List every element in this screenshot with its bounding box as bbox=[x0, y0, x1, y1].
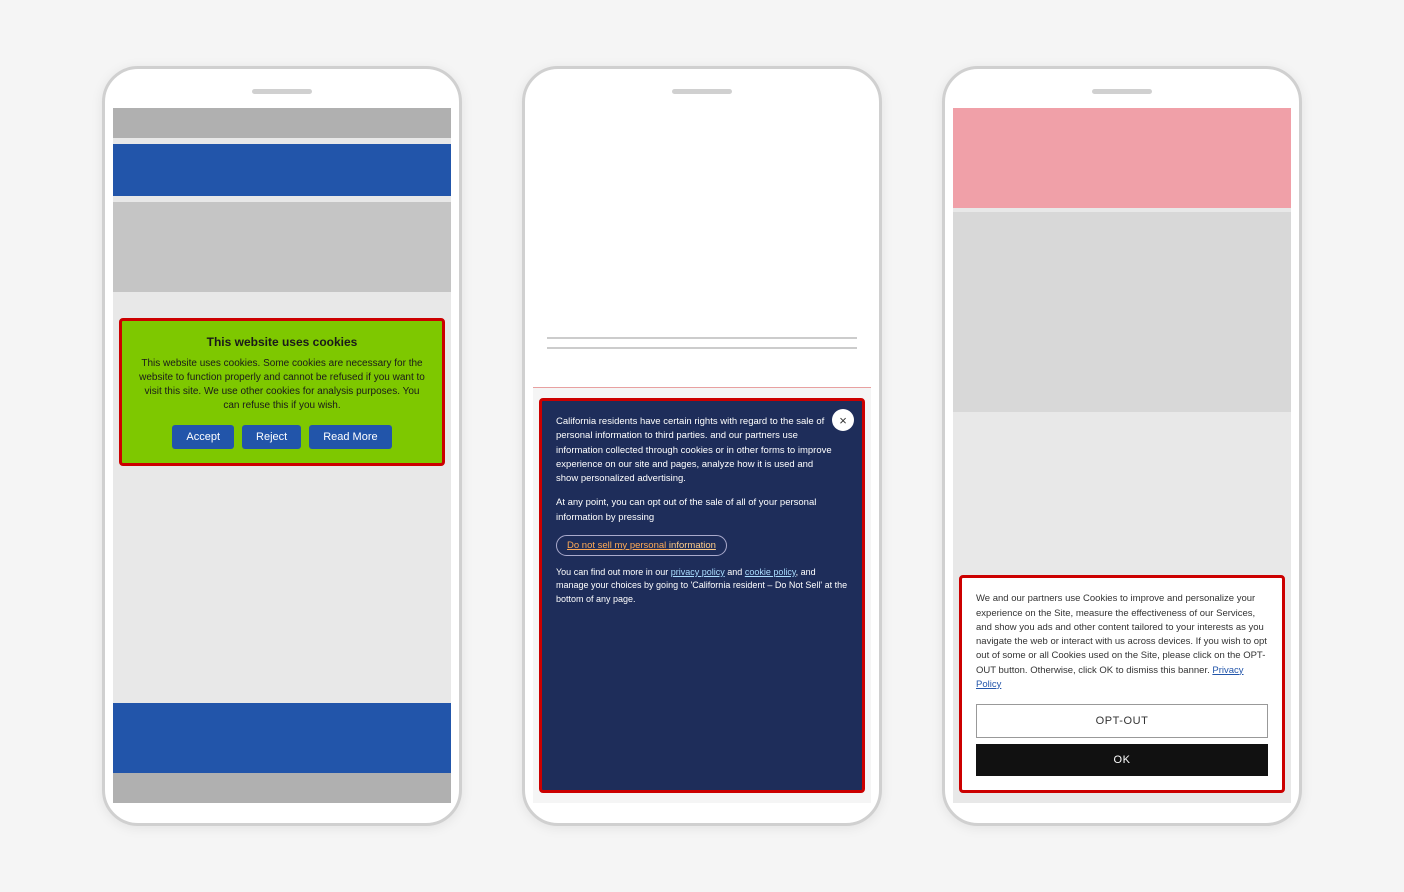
accept-button[interactable]: Accept bbox=[172, 425, 234, 449]
cb3-main-text: We and our partners use Cookies to impro… bbox=[976, 593, 1267, 675]
phone1-gray-bottom bbox=[113, 773, 451, 803]
do-not-sell-text-prefix: Do not sell my personal bbox=[567, 540, 669, 551]
phone-2-content: × California residents have certain righ… bbox=[533, 108, 871, 803]
phone1-content-area: This website uses cookies This website u… bbox=[113, 298, 451, 703]
cookie-banner-white: We and our partners use Cookies to impro… bbox=[959, 575, 1285, 793]
cookie-banner-1-text: This website uses cookies. Some cookies … bbox=[136, 357, 428, 413]
cookie-banner-navy: × California residents have certain righ… bbox=[539, 398, 865, 793]
phone-1: This website uses cookies This website u… bbox=[102, 66, 462, 826]
cookie-banner-2-para1: California residents have certain rights… bbox=[556, 415, 848, 486]
phone2-line-1 bbox=[547, 337, 857, 339]
cookie-banner-3-text: We and our partners use Cookies to impro… bbox=[976, 592, 1268, 692]
cookie-banner-2-para2: At any point, you can opt out of the sal… bbox=[556, 496, 848, 525]
cb2-para3-and: and bbox=[725, 567, 745, 577]
phone1-blue-bar-bottom bbox=[113, 703, 451, 773]
phone1-blue-bar-top bbox=[113, 144, 451, 196]
phone-2: × California residents have certain righ… bbox=[522, 66, 882, 826]
phone1-gray-block bbox=[113, 202, 451, 292]
cookie-banner-green: This website uses cookies This website u… bbox=[119, 318, 445, 466]
phone2-line-2 bbox=[547, 347, 857, 349]
phone1-gray-bar-top bbox=[113, 108, 451, 138]
phone-3: We and our partners use Cookies to impro… bbox=[942, 66, 1302, 826]
phone-3-screen: We and our partners use Cookies to impro… bbox=[953, 108, 1291, 803]
cookie-policy-link[interactable]: cookie policy bbox=[745, 567, 796, 577]
cb2-para3-text: You can find out more in our bbox=[556, 567, 671, 577]
opt-out-button[interactable]: OPT-OUT bbox=[976, 704, 1268, 738]
privacy-policy-link[interactable]: privacy policy bbox=[671, 567, 725, 577]
phone2-lines bbox=[533, 329, 871, 357]
phone-1-screen: This website uses cookies This website u… bbox=[113, 108, 451, 803]
close-button[interactable]: × bbox=[832, 409, 854, 431]
cookie-banner-2-para3: You can find out more in our privacy pol… bbox=[556, 566, 848, 607]
read-more-button[interactable]: Read More bbox=[309, 425, 391, 449]
reject-button[interactable]: Reject bbox=[242, 425, 301, 449]
phone3-gray-block bbox=[953, 212, 1291, 412]
phone-1-content: This website uses cookies This website u… bbox=[113, 108, 451, 803]
cookie-banner-1-buttons: Accept Reject Read More bbox=[136, 425, 428, 449]
do-not-sell-button[interactable]: Do not sell my personal information bbox=[556, 535, 727, 556]
cookie-banner-1-title: This website uses cookies bbox=[136, 335, 428, 349]
phone-2-screen: × California residents have certain righ… bbox=[533, 108, 871, 803]
phone2-lower-area: × California residents have certain righ… bbox=[533, 388, 871, 803]
phone-3-content: We and our partners use Cookies to impro… bbox=[953, 108, 1291, 803]
phone3-pink-block bbox=[953, 108, 1291, 208]
do-not-sell-text-highlight: information bbox=[669, 540, 716, 551]
phone2-white-area bbox=[533, 108, 871, 388]
ok-button[interactable]: OK bbox=[976, 744, 1268, 776]
